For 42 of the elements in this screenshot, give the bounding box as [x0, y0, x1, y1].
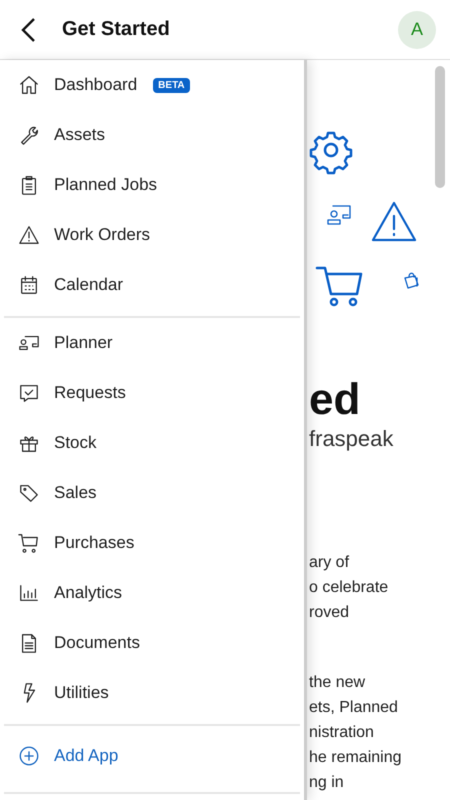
tag-icon [18, 482, 40, 504]
menu-item[interactable]: Purchases [4, 518, 300, 568]
bag-icon [404, 272, 419, 289]
menu-item[interactable]: Work Orders [4, 210, 300, 260]
back-icon [20, 16, 36, 42]
paragraph-line: the new [309, 673, 366, 693]
menu-item[interactable]: Planned Jobs [4, 160, 300, 210]
paragraph-line: ng in [309, 773, 345, 793]
wrench-icon [18, 124, 40, 146]
menu-item[interactable]: Dashboard BETA [4, 60, 300, 110]
avatar[interactable]: A [398, 10, 436, 48]
planner-icon [327, 205, 351, 225]
paragraph-line: ets, Planned [309, 698, 399, 718]
paragraph-line: nistration [309, 723, 375, 743]
cart-icon [316, 266, 362, 306]
menu-item[interactable]: Calendar [4, 260, 300, 310]
cart-icon [18, 532, 40, 554]
paragraph-line: he remaining [309, 748, 402, 768]
request-icon [18, 382, 40, 404]
menu-item[interactable]: Analytics [4, 568, 300, 618]
plus-circle-icon [18, 745, 40, 767]
warning-icon [18, 224, 40, 246]
menu-item[interactable]: Documents [4, 618, 300, 668]
add-app-button[interactable]: Add App [4, 726, 300, 786]
paragraph-line: roved [309, 603, 350, 623]
beta-badge: BETA [153, 78, 190, 92]
heading-fragment: ed [309, 378, 362, 422]
menu-item[interactable]: Stock [4, 418, 300, 468]
menu-item[interactable]: Planner [4, 318, 300, 368]
page-title: Get Started [62, 18, 171, 41]
subheading-fragment: fraspeak [309, 426, 394, 452]
warning-icon [372, 202, 416, 242]
menu-item[interactable]: Requests [4, 368, 300, 418]
menu-item[interactable]: Sales [4, 468, 300, 518]
calendar-icon [18, 274, 40, 296]
paragraph-line: ary of [309, 553, 350, 573]
home-icon [18, 74, 40, 96]
paragraph-line: o celebrate [309, 578, 390, 598]
gear-icon [310, 132, 352, 174]
menu-item[interactable]: Utilities [4, 668, 300, 718]
menu-item[interactable]: Assets [4, 110, 300, 160]
chart-icon [18, 582, 40, 604]
